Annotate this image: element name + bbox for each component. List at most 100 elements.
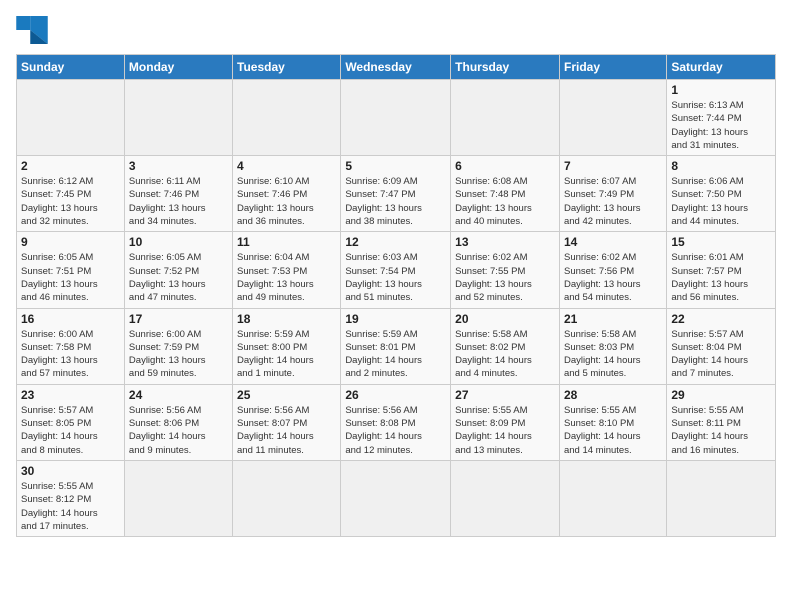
day-number: 14 — [564, 235, 662, 249]
day-number: 30 — [21, 464, 120, 478]
day-number: 24 — [129, 388, 228, 402]
day-info: Sunrise: 6:12 AM Sunset: 7:45 PM Dayligh… — [21, 175, 120, 228]
day-number: 6 — [455, 159, 555, 173]
day-number: 20 — [455, 312, 555, 326]
day-info: Sunrise: 6:08 AM Sunset: 7:48 PM Dayligh… — [455, 175, 555, 228]
calendar-week-row: 23Sunrise: 5:57 AM Sunset: 8:05 PM Dayli… — [17, 384, 776, 460]
calendar-cell: 8Sunrise: 6:06 AM Sunset: 7:50 PM Daylig… — [667, 156, 776, 232]
logo — [16, 16, 52, 44]
calendar-cell: 10 Sunrise: 6:05 AM Sunset: 7:52 PM Dayli… — [124, 232, 232, 308]
calendar-cell — [667, 460, 776, 536]
calendar-week-row: 1Sunrise: 6:13 AM Sunset: 7:44 PM Daylig… — [17, 80, 776, 156]
calendar-table: SundayMondayTuesdayWednesdayThursdayFrid… — [16, 54, 776, 537]
day-number: 12 — [345, 235, 446, 249]
calendar-cell — [559, 460, 666, 536]
calendar-cell — [17, 80, 125, 156]
day-info: Sunrise: 5:56 AM Sunset: 8:07 PM Dayligh… — [237, 404, 336, 457]
calendar-cell — [124, 460, 232, 536]
day-number: 29 — [671, 388, 771, 402]
calendar-cell: 5Sunrise: 6:09 AM Sunset: 7:47 PM Daylig… — [341, 156, 451, 232]
day-info: Sunrise: 6:10 AM Sunset: 7:46 PM Dayligh… — [237, 175, 336, 228]
day-number: 7 — [564, 159, 662, 173]
day-info: Sunrise: 6:05 AM Sunset: 7:52 PM Dayligh… — [129, 251, 228, 304]
calendar-cell: 7 Sunrise: 6:07 AM Sunset: 7:49 PM Daylig… — [559, 156, 666, 232]
calendar-cell: 2Sunrise: 6:12 AM Sunset: 7:45 PM Daylig… — [17, 156, 125, 232]
calendar-cell — [341, 460, 451, 536]
day-number: 18 — [237, 312, 336, 326]
calendar-cell: 9Sunrise: 6:05 AM Sunset: 7:51 PM Daylig… — [17, 232, 125, 308]
calendar-week-row: 2Sunrise: 6:12 AM Sunset: 7:45 PM Daylig… — [17, 156, 776, 232]
calendar-cell — [451, 460, 560, 536]
day-info: Sunrise: 6:09 AM Sunset: 7:47 PM Dayligh… — [345, 175, 446, 228]
calendar-cell: 27 Sunrise: 5:55 AM Sunset: 8:09 PM Dayli… — [451, 384, 560, 460]
calendar-cell: 15 Sunrise: 6:01 AM Sunset: 7:57 PM Dayli… — [667, 232, 776, 308]
day-number: 22 — [671, 312, 771, 326]
day-info: Sunrise: 6:04 AM Sunset: 7:53 PM Dayligh… — [237, 251, 336, 304]
calendar-cell: 12 Sunrise: 6:03 AM Sunset: 7:54 PM Dayli… — [341, 232, 451, 308]
day-number: 3 — [129, 159, 228, 173]
day-number: 16 — [21, 312, 120, 326]
day-of-week-header: Tuesday — [233, 55, 341, 80]
day-info: Sunrise: 5:57 AM Sunset: 8:05 PM Dayligh… — [21, 404, 120, 457]
day-number: 9 — [21, 235, 120, 249]
calendar-cell: 16 Sunrise: 6:00 AM Sunset: 7:58 PM Dayli… — [17, 308, 125, 384]
calendar-cell: 23Sunrise: 5:57 AM Sunset: 8:05 PM Dayli… — [17, 384, 125, 460]
day-info: Sunrise: 6:07 AM Sunset: 7:49 PM Dayligh… — [564, 175, 662, 228]
day-info: Sunrise: 6:06 AM Sunset: 7:50 PM Dayligh… — [671, 175, 771, 228]
day-number: 25 — [237, 388, 336, 402]
day-info: Sunrise: 6:00 AM Sunset: 7:58 PM Dayligh… — [21, 328, 120, 381]
calendar-week-row: 16 Sunrise: 6:00 AM Sunset: 7:58 PM Dayli… — [17, 308, 776, 384]
day-info: Sunrise: 5:55 AM Sunset: 8:12 PM Dayligh… — [21, 480, 120, 533]
calendar-cell — [341, 80, 451, 156]
calendar-cell — [233, 460, 341, 536]
calendar-cell: 3 Sunrise: 6:11 AM Sunset: 7:46 PM Daylig… — [124, 156, 232, 232]
calendar-body: 1Sunrise: 6:13 AM Sunset: 7:44 PM Daylig… — [17, 80, 776, 537]
calendar-cell: 20 Sunrise: 5:58 AM Sunset: 8:02 PM Dayli… — [451, 308, 560, 384]
calendar-cell: 1Sunrise: 6:13 AM Sunset: 7:44 PM Daylig… — [667, 80, 776, 156]
day-info: Sunrise: 5:56 AM Sunset: 8:06 PM Dayligh… — [129, 404, 228, 457]
day-info: Sunrise: 5:58 AM Sunset: 8:03 PM Dayligh… — [564, 328, 662, 381]
day-info: Sunrise: 5:55 AM Sunset: 8:10 PM Dayligh… — [564, 404, 662, 457]
day-of-week-header: Wednesday — [341, 55, 451, 80]
day-number: 13 — [455, 235, 555, 249]
day-info: Sunrise: 6:11 AM Sunset: 7:46 PM Dayligh… — [129, 175, 228, 228]
day-info: Sunrise: 5:59 AM Sunset: 8:01 PM Dayligh… — [345, 328, 446, 381]
day-of-week-header: Sunday — [17, 55, 125, 80]
calendar-cell: 6 Sunrise: 6:08 AM Sunset: 7:48 PM Daylig… — [451, 156, 560, 232]
day-info: Sunrise: 6:03 AM Sunset: 7:54 PM Dayligh… — [345, 251, 446, 304]
calendar-cell — [124, 80, 232, 156]
calendar-week-row: 9Sunrise: 6:05 AM Sunset: 7:51 PM Daylig… — [17, 232, 776, 308]
calendar-cell: 19Sunrise: 5:59 AM Sunset: 8:01 PM Dayli… — [341, 308, 451, 384]
day-info: Sunrise: 5:57 AM Sunset: 8:04 PM Dayligh… — [671, 328, 771, 381]
day-of-week-header: Monday — [124, 55, 232, 80]
day-info: Sunrise: 5:55 AM Sunset: 8:09 PM Dayligh… — [455, 404, 555, 457]
calendar-cell: 28 Sunrise: 5:55 AM Sunset: 8:10 PM Dayli… — [559, 384, 666, 460]
day-info: Sunrise: 6:02 AM Sunset: 7:55 PM Dayligh… — [455, 251, 555, 304]
day-info: Sunrise: 5:58 AM Sunset: 8:02 PM Dayligh… — [455, 328, 555, 381]
calendar-cell: 25 Sunrise: 5:56 AM Sunset: 8:07 PM Dayli… — [233, 384, 341, 460]
calendar-cell — [559, 80, 666, 156]
day-number: 21 — [564, 312, 662, 326]
calendar-cell: 4 Sunrise: 6:10 AM Sunset: 7:46 PM Daylig… — [233, 156, 341, 232]
day-number: 4 — [237, 159, 336, 173]
day-number: 11 — [237, 235, 336, 249]
calendar-cell: 11 Sunrise: 6:04 AM Sunset: 7:53 PM Dayli… — [233, 232, 341, 308]
calendar-cell: 24 Sunrise: 5:56 AM Sunset: 8:06 PM Dayli… — [124, 384, 232, 460]
day-info: Sunrise: 6:00 AM Sunset: 7:59 PM Dayligh… — [129, 328, 228, 381]
day-number: 10 — [129, 235, 228, 249]
calendar-week-row: 30 Sunrise: 5:55 AM Sunset: 8:12 PM Dayli… — [17, 460, 776, 536]
day-number: 26 — [345, 388, 446, 402]
day-info: Sunrise: 5:59 AM Sunset: 8:00 PM Dayligh… — [237, 328, 336, 381]
day-number: 28 — [564, 388, 662, 402]
logo-icon — [16, 16, 48, 44]
day-number: 17 — [129, 312, 228, 326]
calendar-cell — [451, 80, 560, 156]
day-info: Sunrise: 5:55 AM Sunset: 8:11 PM Dayligh… — [671, 404, 771, 457]
day-number: 15 — [671, 235, 771, 249]
calendar-cell: 21 Sunrise: 5:58 AM Sunset: 8:03 PM Dayli… — [559, 308, 666, 384]
calendar-header-row: SundayMondayTuesdayWednesdayThursdayFrid… — [17, 55, 776, 80]
day-info: Sunrise: 5:56 AM Sunset: 8:08 PM Dayligh… — [345, 404, 446, 457]
day-number: 27 — [455, 388, 555, 402]
calendar-cell — [233, 80, 341, 156]
day-info: Sunrise: 6:01 AM Sunset: 7:57 PM Dayligh… — [671, 251, 771, 304]
